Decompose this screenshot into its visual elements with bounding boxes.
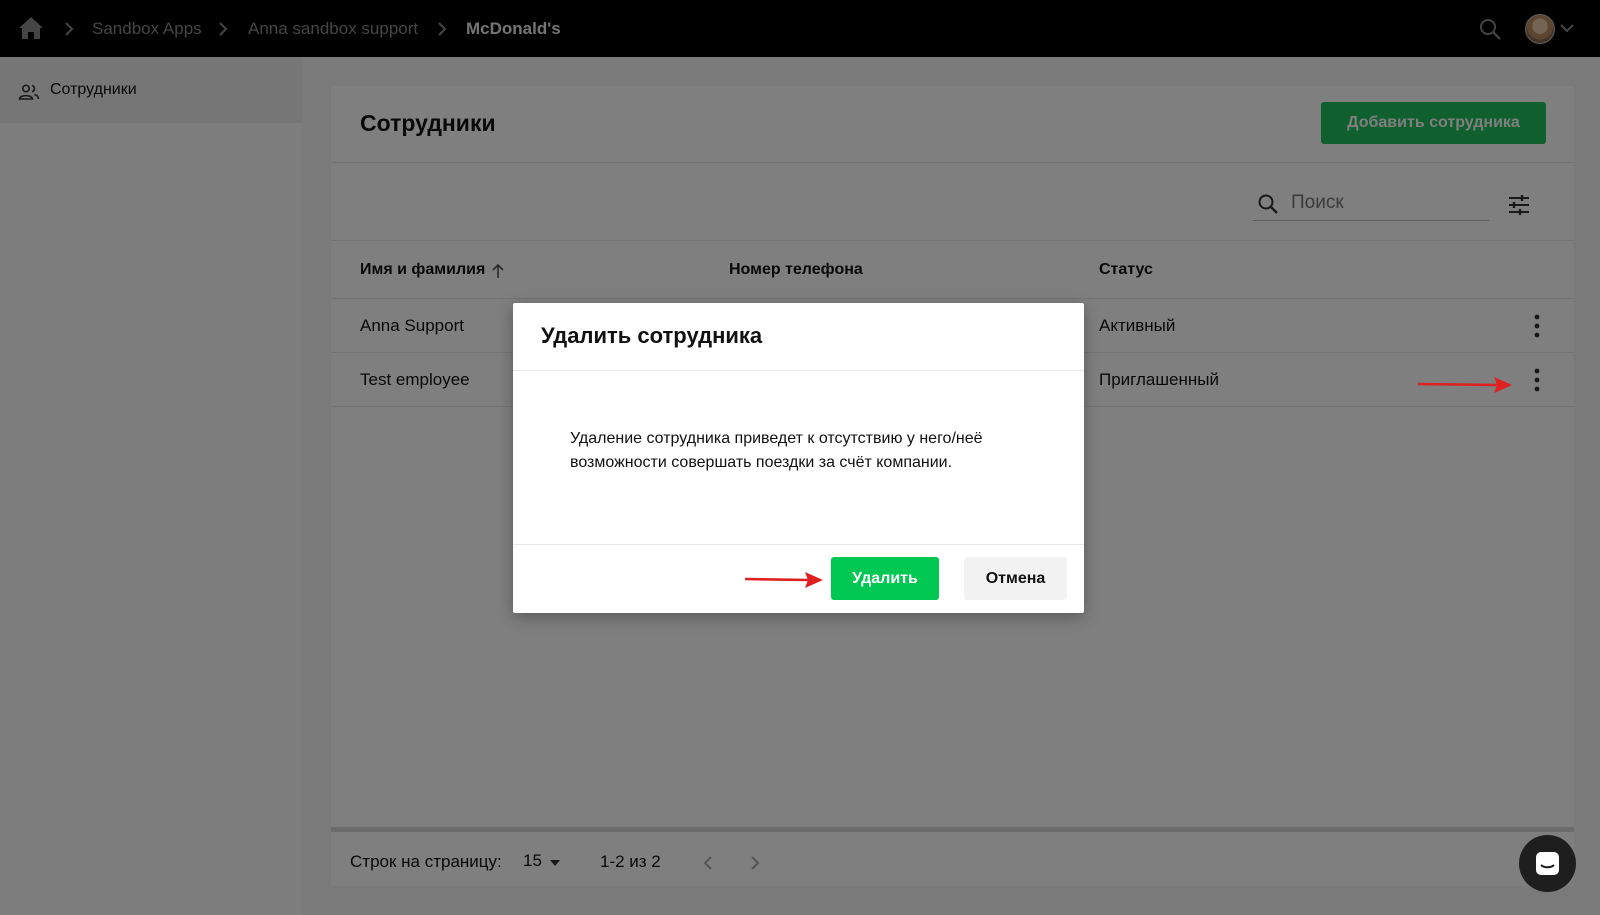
delete-employee-dialog: Удалить сотрудника Удаление сотрудника п… bbox=[513, 303, 1084, 613]
divider bbox=[513, 370, 1084, 371]
cancel-button[interactable]: Отмена bbox=[964, 557, 1067, 600]
chat-icon bbox=[1536, 852, 1559, 875]
dialog-message: Удаление сотрудника приведет к отсутстви… bbox=[570, 430, 983, 471]
delete-button[interactable]: Удалить bbox=[831, 557, 939, 600]
divider bbox=[513, 544, 1084, 545]
annotation-arrow-icon bbox=[1417, 377, 1512, 393]
annotation-arrow-icon bbox=[744, 572, 823, 588]
dialog-title: Удалить сотрудника bbox=[541, 323, 763, 348]
chat-button[interactable] bbox=[1519, 835, 1576, 892]
